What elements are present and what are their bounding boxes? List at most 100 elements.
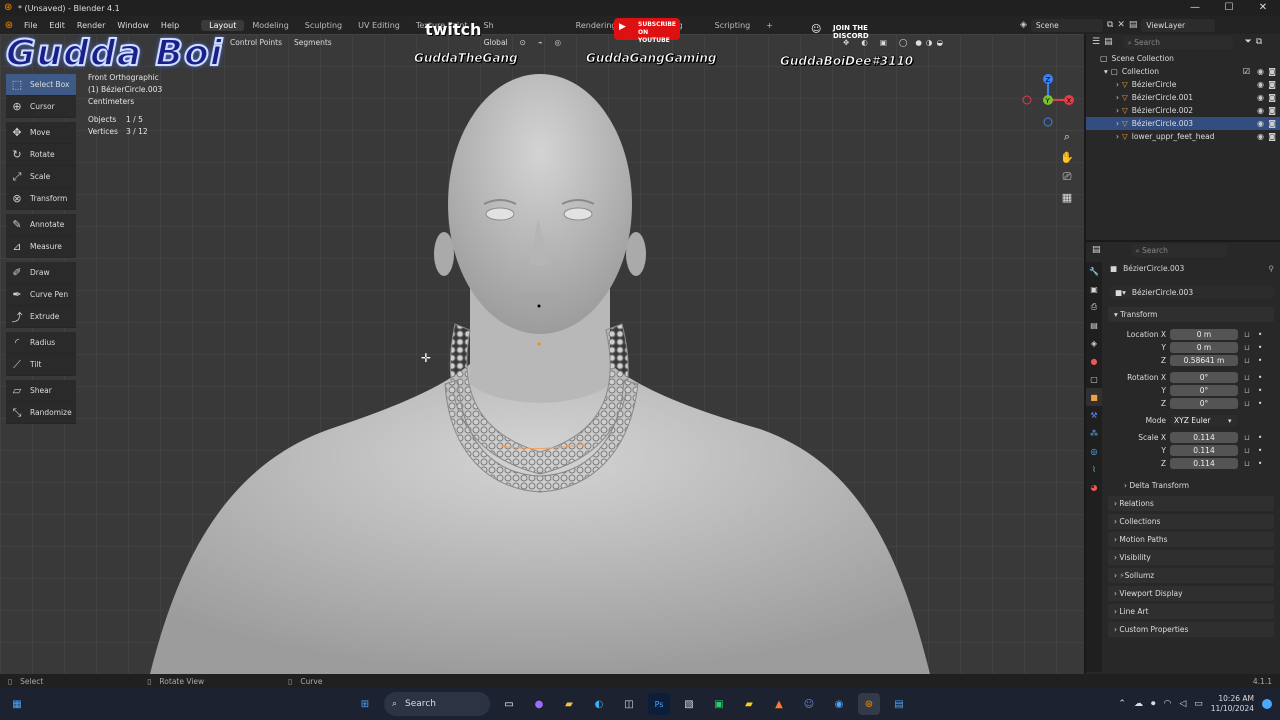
navigation-gizmo[interactable]: Z Y X [1020, 72, 1078, 130]
line-art-panel[interactable]: › Line Art [1108, 604, 1274, 619]
tray-chevron-icon[interactable]: ⌃ [1118, 699, 1126, 709]
relations-panel[interactable]: › Relations [1108, 496, 1274, 511]
tool-transform[interactable]: ⊗ Transform [6, 188, 76, 210]
sollumz-panel[interactable]: › ⚡Sollumz [1108, 568, 1274, 583]
world-tab-icon[interactable]: ● [1086, 352, 1102, 370]
eye-icon[interactable]: ◉ [1257, 93, 1264, 102]
app-icon[interactable]: ▣ [708, 693, 730, 715]
collection-checkbox[interactable]: ☑ [1243, 67, 1250, 76]
widgets-icon[interactable]: ▦ [6, 693, 28, 715]
notes-icon[interactable]: ▰ [738, 693, 760, 715]
material-tab-icon[interactable]: ◕ [1086, 478, 1102, 496]
lock-icon[interactable]: ⊔ [1244, 446, 1250, 455]
camera-icon[interactable]: ◙ [1268, 93, 1276, 102]
viewport-display-panel[interactable]: › Viewport Display [1108, 586, 1274, 601]
scale-x-field[interactable]: 0.114 [1170, 432, 1238, 443]
data-tab-icon[interactable]: ⌇ [1086, 460, 1102, 478]
collection-row[interactable]: ▾ ▢ Collection ☑ ◉ ◙ [1086, 65, 1280, 78]
tool-radius[interactable]: ◜ Radius [6, 332, 76, 354]
camera-icon[interactable]: ◙ [1268, 80, 1276, 89]
tool-draw[interactable]: ✐ Draw [6, 262, 76, 284]
scale-z-field[interactable]: 0.114 [1170, 458, 1238, 469]
keyframe-dot-icon[interactable]: • [1258, 356, 1262, 365]
location-x-field[interactable]: 0 m [1170, 329, 1238, 340]
eye-icon[interactable]: ◉ [1257, 106, 1264, 115]
photos-icon[interactable]: ▧ [678, 693, 700, 715]
camera-icon[interactable]: ◙ [1268, 119, 1276, 128]
location-z-field[interactable]: 0.58641 m [1170, 355, 1238, 366]
xray-icon[interactable]: ▣ [874, 38, 893, 47]
lock-icon[interactable]: ⊔ [1244, 386, 1250, 395]
3d-cursor-icon[interactable]: ✛ [421, 351, 431, 365]
snap-icon[interactable]: ⌁ [532, 38, 549, 47]
tool-curve-pen[interactable]: ✒ Curve Pen [6, 284, 76, 306]
keyframe-dot-icon[interactable]: • [1258, 373, 1262, 382]
object-tab-icon[interactable]: ■ [1086, 388, 1102, 406]
lock-icon[interactable]: ⊔ [1244, 356, 1250, 365]
new-scene-icon[interactable]: ⧉ [1107, 20, 1113, 30]
volume-icon[interactable]: ◁ [1179, 699, 1186, 709]
outliner-item[interactable]: › ▽ lower_uppr_feet_head ◉ ◙ [1086, 130, 1280, 143]
eye-icon[interactable]: ◉ [1257, 67, 1264, 76]
physics-tab-icon[interactable]: ◎ [1086, 442, 1102, 460]
scale-y-field[interactable]: 0.114 [1170, 445, 1238, 456]
minimize-button[interactable]: — [1178, 0, 1212, 16]
camera-icon[interactable]: ◙ [1268, 67, 1276, 76]
menu-window[interactable]: Window [111, 21, 155, 30]
tool-scale[interactable]: ⤢ Scale [6, 166, 76, 188]
vlc-icon[interactable]: ▲ [768, 693, 790, 715]
keyframe-dot-icon[interactable]: • [1258, 433, 1262, 442]
tab-modeling[interactable]: Modeling [244, 20, 296, 31]
menu-render[interactable]: Render [71, 21, 111, 30]
notepad-icon[interactable]: ▤ [888, 693, 910, 715]
lock-icon[interactable]: ⊔ [1244, 399, 1250, 408]
scene-tab-icon[interactable]: ◈ [1086, 334, 1102, 352]
start-button-icon[interactable]: ⊞ [354, 693, 376, 715]
gizmo-neg-x-axis[interactable] [1022, 95, 1032, 105]
shading-wireframe-icon[interactable]: ◯ [893, 38, 913, 47]
teams-icon[interactable]: ● [528, 693, 550, 715]
zoom-icon[interactable]: ⌕ [1058, 128, 1076, 146]
pan-hand-icon[interactable]: ✋ [1058, 148, 1076, 166]
scene-collection-row[interactable]: ▢ Scene Collection [1086, 52, 1280, 65]
eye-icon[interactable]: ◉ [1257, 80, 1264, 89]
outliner-editor-icon[interactable]: ☰ [1092, 37, 1100, 47]
tool-select-box[interactable]: ⬚ Select Box [6, 74, 76, 96]
tool-shear[interactable]: ▱ Shear [6, 380, 76, 402]
rotation-z-field[interactable]: 0° [1170, 398, 1238, 409]
outliner-item[interactable]: › ▽ BézierCircle.001 ◉ ◙ [1086, 91, 1280, 104]
view-layer-tab-icon[interactable]: ▤ [1086, 316, 1102, 334]
keyframe-dot-icon[interactable]: • [1258, 343, 1262, 352]
task-view-icon[interactable]: ▭ [498, 693, 520, 715]
mic-icon[interactable]: ⏺ [1151, 699, 1156, 709]
display-mode-icon[interactable]: ▤ [1104, 37, 1113, 47]
custom-properties-panel[interactable]: › Custom Properties [1108, 622, 1274, 637]
render-tab-icon[interactable]: ▣ [1086, 280, 1102, 298]
clock[interactable]: 10:26 AM 11/10/2024 [1211, 694, 1254, 714]
transform-panel-header[interactable]: ▾ Transform [1108, 307, 1274, 322]
pivot-icon[interactable]: ⊙ [514, 38, 532, 47]
tool-annotate[interactable]: ✎ Annotate [6, 214, 76, 236]
menu-help[interactable]: Help [155, 21, 185, 30]
proportional-edit-icon[interactable]: ◎ [548, 38, 567, 47]
taskbar-search[interactable]: ⌕ Search [384, 692, 490, 716]
scene-field[interactable]: Scene [1030, 18, 1103, 32]
wifi-icon[interactable]: ◠ [1163, 699, 1171, 709]
motion-paths-panel[interactable]: › Motion Paths [1108, 532, 1274, 547]
particles-tab-icon[interactable]: ⁂ [1086, 424, 1102, 442]
transform-orientation-dropdown[interactable]: Global [478, 38, 514, 47]
modifier-tab-icon[interactable]: ⚒ [1086, 406, 1102, 424]
lock-icon[interactable]: ⊔ [1244, 433, 1250, 442]
tab-uv-editing[interactable]: UV Editing [350, 20, 408, 31]
discord-taskbar-icon[interactable]: ☺ [798, 693, 820, 715]
menu-edit[interactable]: Edit [43, 21, 71, 30]
photoshop-icon[interactable]: Ps [648, 693, 670, 715]
lock-icon[interactable]: ⊔ [1244, 459, 1250, 468]
menu-segments[interactable]: Segments [288, 38, 338, 47]
delta-transform-panel[interactable]: › Delta Transform [1118, 478, 1274, 493]
close-button[interactable]: ✕ [1246, 0, 1280, 16]
outliner-search-input[interactable]: ⌕ Search [1122, 35, 1233, 49]
tool-cursor[interactable]: ⊕ Cursor [6, 96, 76, 118]
output-tab-icon[interactable]: ⎙ [1086, 298, 1102, 316]
maximize-button[interactable]: ☐ [1212, 0, 1246, 16]
